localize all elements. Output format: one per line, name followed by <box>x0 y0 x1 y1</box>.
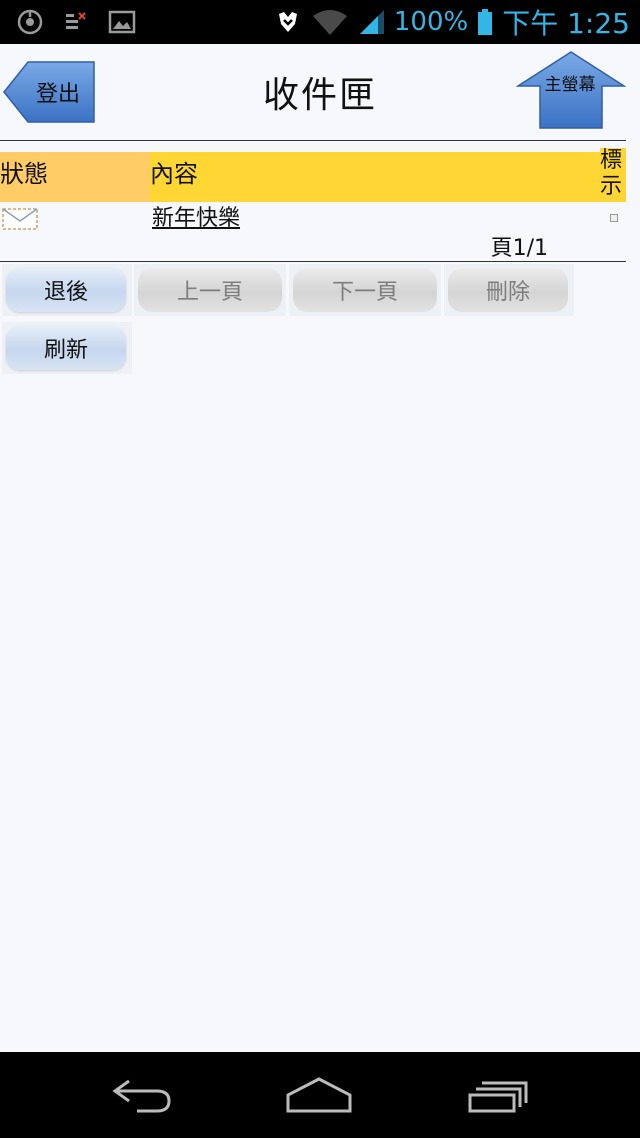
home-screen-label: 主螢幕 <box>544 75 596 95</box>
back-icon <box>112 1079 171 1113</box>
recent-apps-icon <box>468 1081 528 1113</box>
nav-home-button[interactable] <box>284 1072 354 1118</box>
button-cell: 刪除 <box>444 264 574 316</box>
app-header: 登出 收件匣 主螢幕 <box>0 44 640 140</box>
signal-icon <box>358 8 386 36</box>
mail-icon <box>2 208 38 230</box>
button-cell: 退後 <box>2 264 132 316</box>
battery-percent: 100% <box>393 7 469 37</box>
divider <box>0 261 626 262</box>
back-button[interactable]: 退後 <box>6 268 126 312</box>
status-bar-left <box>16 8 136 36</box>
message-subject-link[interactable]: 新年快樂 <box>152 200 240 232</box>
nav-back-button[interactable] <box>106 1072 176 1118</box>
button-cell: 刷新 <box>2 322 132 374</box>
column-header-content: 內容 <box>150 152 600 202</box>
previous-page-button[interactable]: 上一頁 <box>138 268 282 312</box>
nav-recent-apps-button[interactable] <box>464 1072 534 1118</box>
alarm-icon <box>274 8 302 36</box>
image-icon <box>108 8 136 36</box>
status-bar: 100% 下午 1:25 <box>0 0 640 44</box>
button-cell: 下一頁 <box>289 264 441 316</box>
home-icon <box>286 1077 352 1113</box>
status-bar-right: 100% 下午 1:25 <box>274 4 630 40</box>
clock: 下午 1:25 <box>502 7 630 40</box>
divider <box>0 140 626 141</box>
wifi-icon <box>310 8 350 36</box>
column-header-mark: 標示 <box>600 148 626 202</box>
delete-button[interactable]: 刪除 <box>448 268 568 312</box>
refresh-button[interactable]: 刷新 <box>6 326 126 370</box>
navigation-bar <box>0 1052 640 1138</box>
mark-checkbox[interactable] <box>610 214 618 222</box>
notification-icon <box>62 8 90 36</box>
page-indicator: 頁1/1 <box>490 236 548 261</box>
battery-icon <box>476 8 494 36</box>
column-header-status: 狀態 <box>0 152 150 202</box>
home-screen-button[interactable]: 主螢幕 <box>516 50 626 130</box>
next-page-button[interactable]: 下一頁 <box>293 268 437 312</box>
sync-icon <box>16 8 44 36</box>
button-cell: 上一頁 <box>134 264 286 316</box>
